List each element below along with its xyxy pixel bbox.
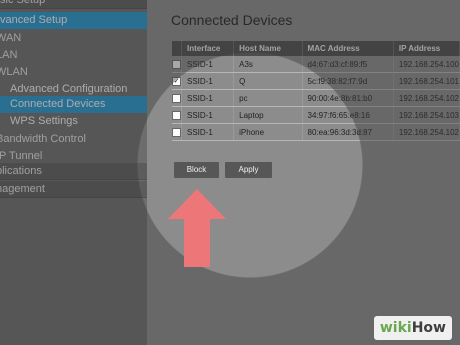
cell-mac-address: 34:97:f6:65:e8:16 [302,106,394,124]
table-header-interface: Interface [181,41,235,56]
cell-ip-address: 192.168.254.101 [393,72,460,90]
cell-mac-address: 5c:f9:38:82:f7:9d [302,72,394,90]
row-checkbox-cell [172,56,182,73]
sidebar-item-label: WLAN [0,66,28,78]
table-header-ip-address: IP Address [393,41,460,56]
sidebar-item-management[interactable]: nagement [0,181,147,198]
cell-host-name: Laptop [233,106,303,124]
wikihow-watermark: wikiHow [373,316,452,340]
table-header-host-name: Host Name [233,41,303,56]
main-content: Connected Devices Interface Host Name MA… [147,0,460,345]
row-checkbox[interactable] [172,110,181,120]
sidebar-item-label: nagement [0,183,45,195]
sidebar-item-connected-devices[interactable]: Connected Devices [0,96,147,113]
row-checkbox-cell [172,89,182,107]
sidebar-item-basic-setup[interactable]: sic Setup [0,0,147,9]
row-checkbox-checked[interactable]: ✓ [172,76,181,86]
table-row: SSID-1 A3s d4:67:d3:cf:89:f5 192.168.254… [172,56,460,73]
sidebar-item-label: vanced Setup [0,14,68,26]
row-checkbox-cell [172,123,182,141]
table-row: SSID-1 Laptop 34:97:f6:65:e8:16 192.168.… [172,106,460,124]
cell-host-name: iPhone [233,123,303,141]
cell-ip-address: 192.168.254.102 [393,89,460,107]
connected-devices-table: Interface Host Name MAC Address IP Addre… [172,41,460,141]
block-button[interactable]: Block [174,162,219,178]
sidebar-item-label: Bandwidth Control [0,133,86,145]
cell-host-name: A3s [233,56,303,73]
sidebar-item-applications[interactable]: plications [0,163,147,180]
cell-interface: SSID-1 [181,72,235,90]
cell-mac-address: 90:00:4e:8b:81:b0 [302,89,394,107]
cell-ip-address: 192.168.254.103 [393,106,460,124]
table-header-select [172,41,182,56]
table-row: SSID-1 iPhone 80:ea:96:3d:3d:87 192.168.… [172,123,460,141]
cell-interface: SSID-1 [181,123,235,141]
cell-ip-address: 192.168.254.100 [393,56,460,73]
row-checkbox[interactable] [172,127,181,137]
table-header-row: Interface Host Name MAC Address IP Addre… [172,41,460,56]
sidebar-item-label: WPS Settings [10,115,78,127]
sidebar-item-wan[interactable]: WAN [0,30,147,47]
sidebar-item-lan[interactable]: LAN [0,47,147,64]
row-checkbox[interactable] [172,59,181,69]
sidebar-item-wlan[interactable]: WLAN [0,64,147,81]
sidebar-item-label: plications [0,165,42,177]
cell-mac-address: 80:ea:96:3d:3d:87 [302,123,394,141]
page-title: Connected Devices [171,12,293,28]
sidebar-item-label: WAN [0,32,22,44]
cell-mac-address: d4:67:d3:cf:89:f5 [302,56,394,73]
table-row: ✓ SSID-1 Q 5c:f9:38:82:f7:9d 192.168.254… [172,72,460,90]
row-checkbox-cell [172,106,182,124]
row-checkbox-cell: ✓ [172,72,182,90]
sidebar-item-bandwidth-control[interactable]: Bandwidth Control [0,131,147,148]
sidebar-item-wps-settings[interactable]: WPS Settings [0,113,147,130]
cell-host-name: pc [233,89,303,107]
sidebar: sic Setup vanced Setup WAN LAN WLAN Adva… [0,0,147,345]
watermark-part2: How [411,320,446,336]
sidebar-item-advanced-setup[interactable]: vanced Setup [0,12,147,29]
sidebar-item-label: LAN [0,49,18,61]
cell-interface: SSID-1 [181,56,235,73]
cell-interface: SSID-1 [181,89,235,107]
sidebar-item-label: sic Setup [0,0,46,6]
apply-button[interactable]: Apply [225,162,272,178]
table-row: SSID-1 pc 90:00:4e:8b:81:b0 192.168.254.… [172,89,460,107]
cell-ip-address: 192.168.254.102 [393,123,460,141]
cell-interface: SSID-1 [181,106,235,124]
cell-host-name: Q [233,72,303,90]
row-checkbox[interactable] [172,93,181,103]
sidebar-item-label: Connected Devices [10,98,106,110]
watermark-part1: wiki [379,320,412,336]
table-header-mac-address: MAC Address [302,41,394,56]
